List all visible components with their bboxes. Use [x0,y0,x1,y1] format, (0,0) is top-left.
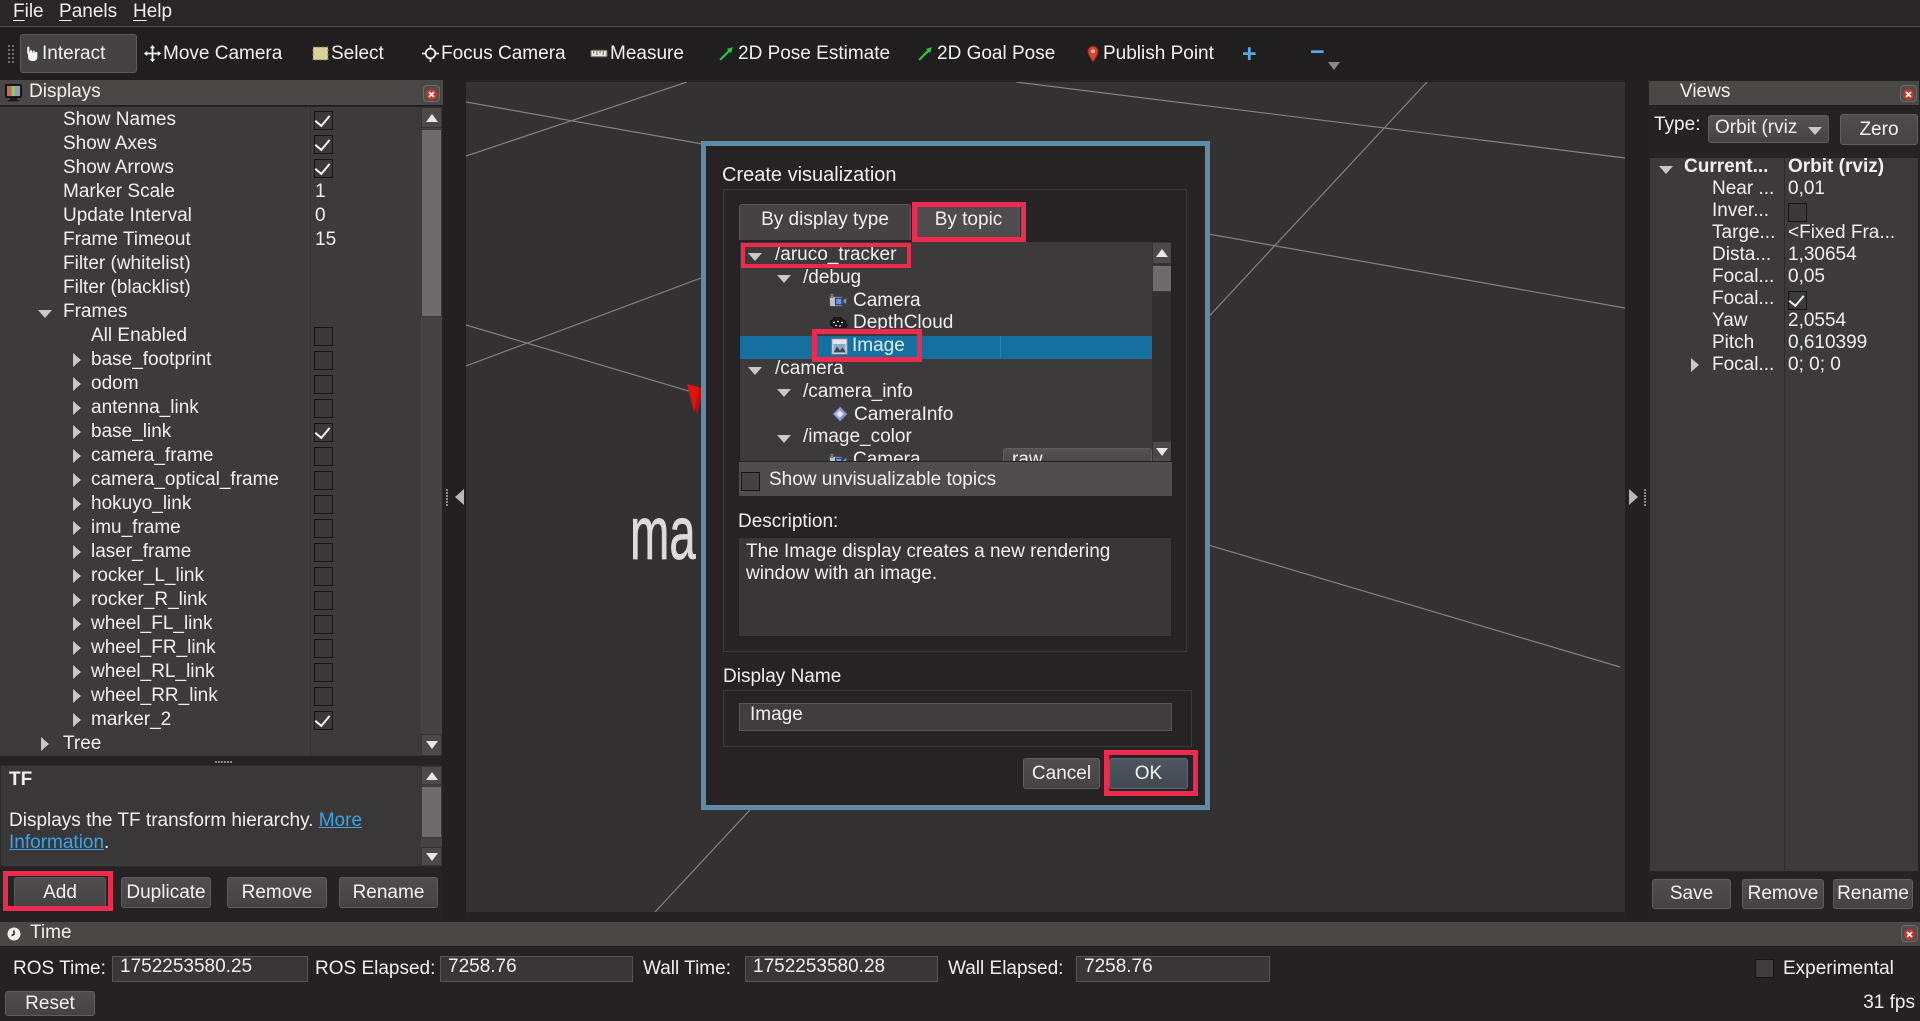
svg-text:ma: ma [630,492,696,576]
